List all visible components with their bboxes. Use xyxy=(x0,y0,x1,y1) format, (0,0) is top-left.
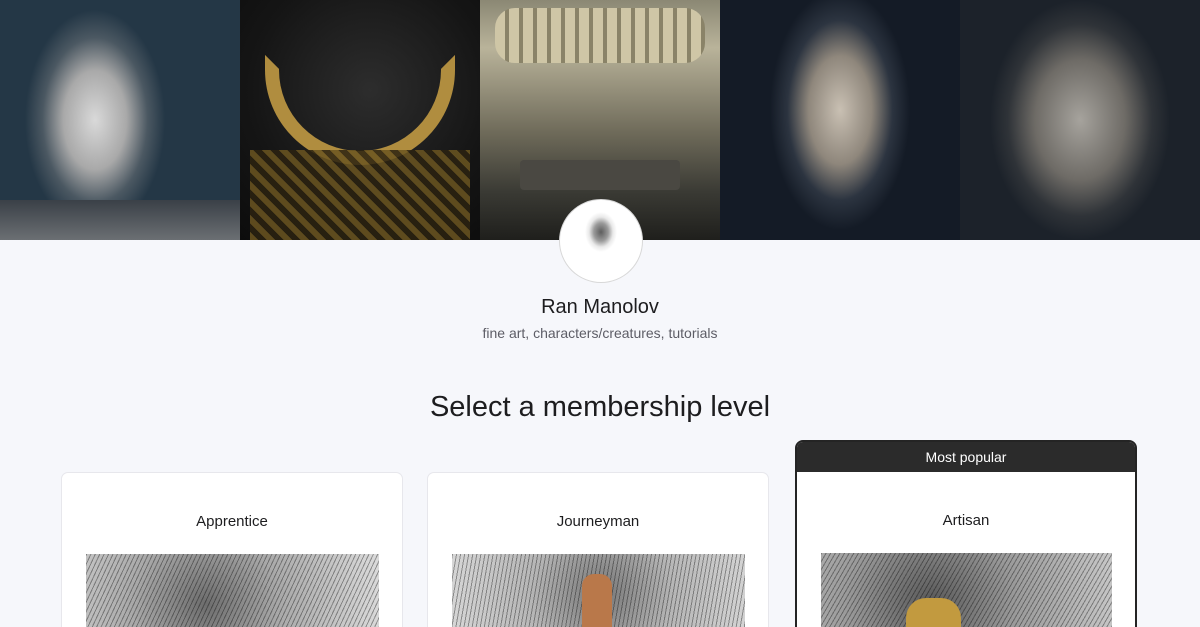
creator-description: fine art, characters/creatures, tutorial… xyxy=(482,325,718,341)
banner-image-figure xyxy=(960,0,1200,240)
avatar[interactable] xyxy=(560,200,642,282)
tier-image xyxy=(451,554,745,627)
tier-image-figure xyxy=(905,598,961,627)
tier-name: Apprentice xyxy=(196,513,268,530)
banner-image-horned-figure xyxy=(240,0,480,240)
tier-name: Artisan xyxy=(942,512,990,529)
banner-image-torso xyxy=(720,0,960,240)
tier-card-artisan[interactable]: Most popular Artisan xyxy=(795,440,1137,627)
tier-card-journeyman[interactable]: Journeyman xyxy=(427,472,769,627)
tier-image xyxy=(820,553,1112,627)
creator-name[interactable]: Ran Manolov xyxy=(0,296,1200,319)
tier-card-apprentice[interactable]: Apprentice xyxy=(61,472,403,627)
banner-ruff-detail xyxy=(495,8,705,63)
avatar-bust-image xyxy=(568,206,634,280)
tier-image xyxy=(85,554,379,627)
banner-image-creature xyxy=(0,0,240,240)
membership-page: Ran Manolov fine art, characters/creatur… xyxy=(0,0,1200,627)
most-popular-badge: Most popular xyxy=(797,442,1135,472)
banner-horn-detail xyxy=(265,55,455,165)
tier-image-figure xyxy=(581,574,612,627)
banner-base-detail xyxy=(520,160,680,190)
banner-gold-ornament xyxy=(250,150,470,240)
tier-name: Journeyman xyxy=(556,513,640,530)
section-title: Select a membership level xyxy=(429,391,771,423)
